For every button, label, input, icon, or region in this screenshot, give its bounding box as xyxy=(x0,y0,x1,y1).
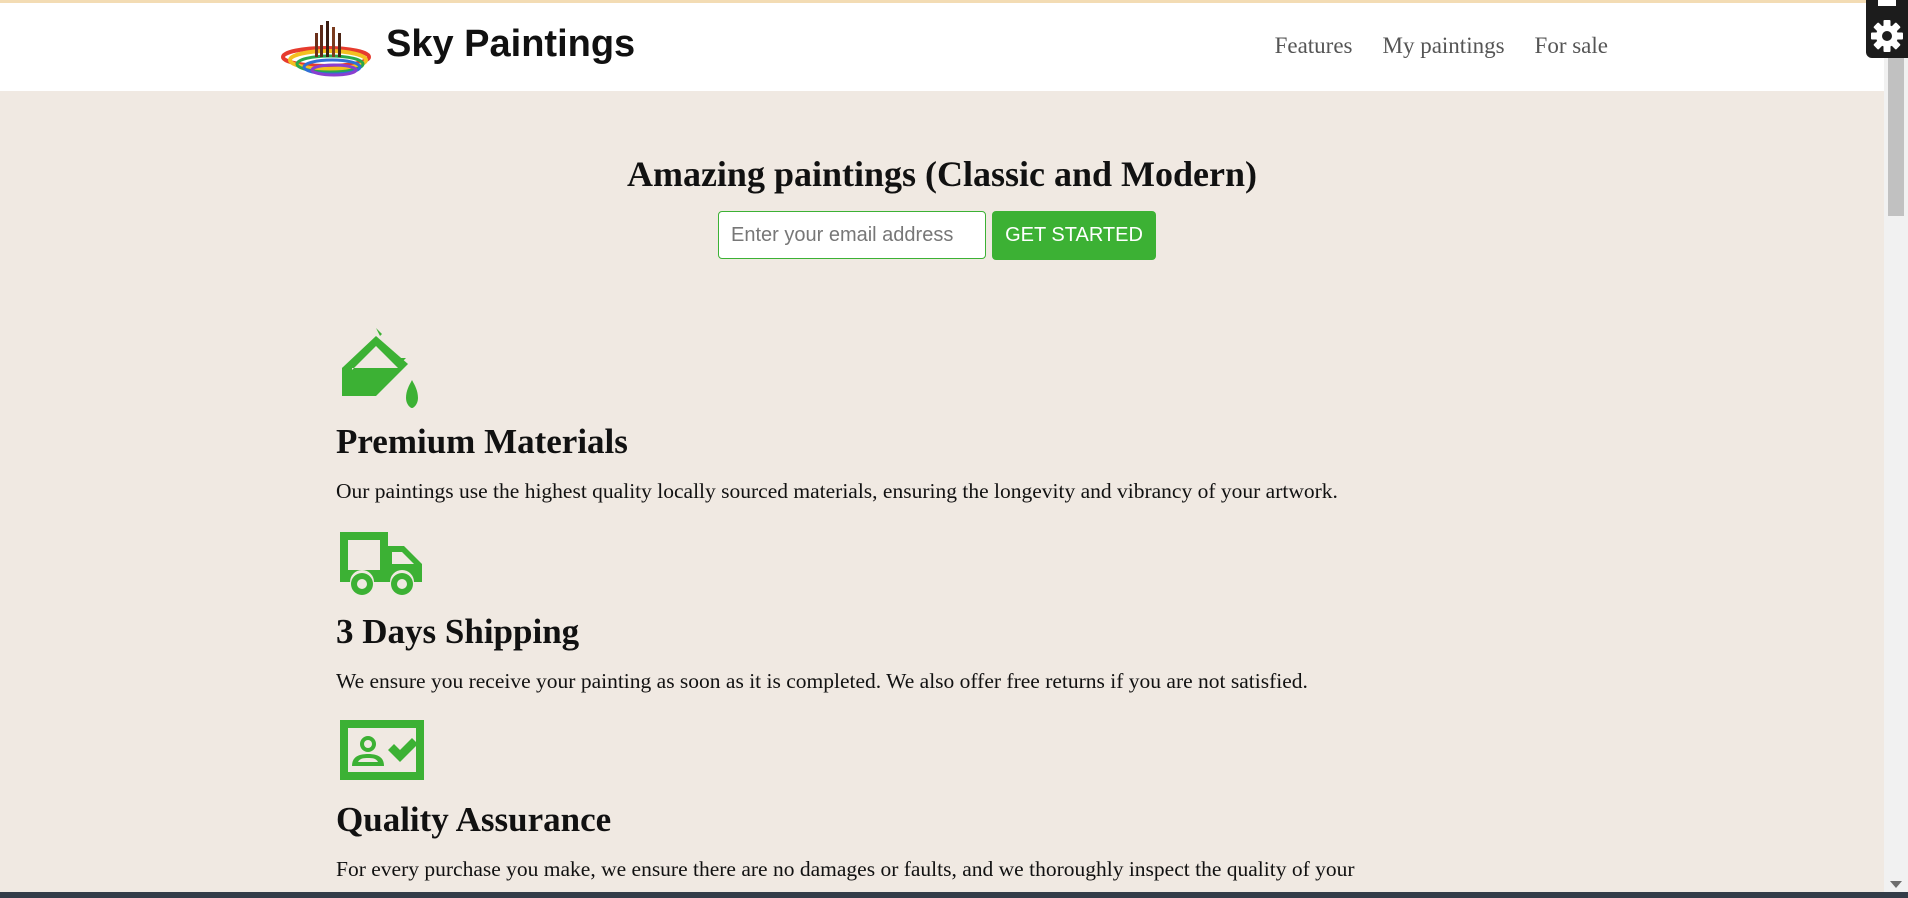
nav-link-features[interactable]: Features xyxy=(1275,33,1353,59)
feature-description: We ensure you receive your painting as s… xyxy=(336,669,1308,693)
feature-title: Premium Materials xyxy=(336,422,628,461)
feature-title: Quality Assurance xyxy=(336,800,612,839)
email-input[interactable] xyxy=(718,211,986,259)
feature-title: 3 Days Shipping xyxy=(336,612,580,651)
scrollbar-thumb[interactable] xyxy=(1888,54,1904,216)
feature-3-days-shipping: 3 Days Shipping We ensure you receive yo… xyxy=(336,528,1516,697)
get-started-button[interactable]: GET STARTED xyxy=(992,211,1156,260)
nav-link-for-sale[interactable]: For sale xyxy=(1535,33,1608,59)
brand-logo[interactable] xyxy=(280,19,372,81)
vertical-scrollbar[interactable] xyxy=(1884,0,1908,898)
hero-title: Amazing paintings (Classic and Modern) xyxy=(626,154,1258,194)
feature-quality-assurance: Quality Assurance For every purchase you… xyxy=(336,716,1516,885)
main-nav: Features My paintings For sale xyxy=(1275,33,1608,59)
scroll-down-arrow-icon[interactable] xyxy=(1890,881,1902,888)
taskbar-edge xyxy=(0,892,1908,898)
paint-bucket-icon xyxy=(342,328,418,408)
feature-premium-materials: Premium Materials Our paintings use the … xyxy=(336,328,1516,507)
site-header: Sky Paintings Features My paintings For … xyxy=(0,3,1884,91)
feature-description: For every purchase you make, we ensure t… xyxy=(336,857,1355,881)
gear-icon[interactable] xyxy=(1866,0,1908,58)
feature-description: Our paintings use the highest quality lo… xyxy=(336,479,1338,503)
verified-id-icon xyxy=(340,720,424,780)
brand-name[interactable]: Sky Paintings xyxy=(386,23,635,66)
nav-link-my-paintings[interactable]: My paintings xyxy=(1383,33,1505,59)
truck-icon xyxy=(340,532,422,595)
settings-tab[interactable] xyxy=(1866,0,1908,58)
